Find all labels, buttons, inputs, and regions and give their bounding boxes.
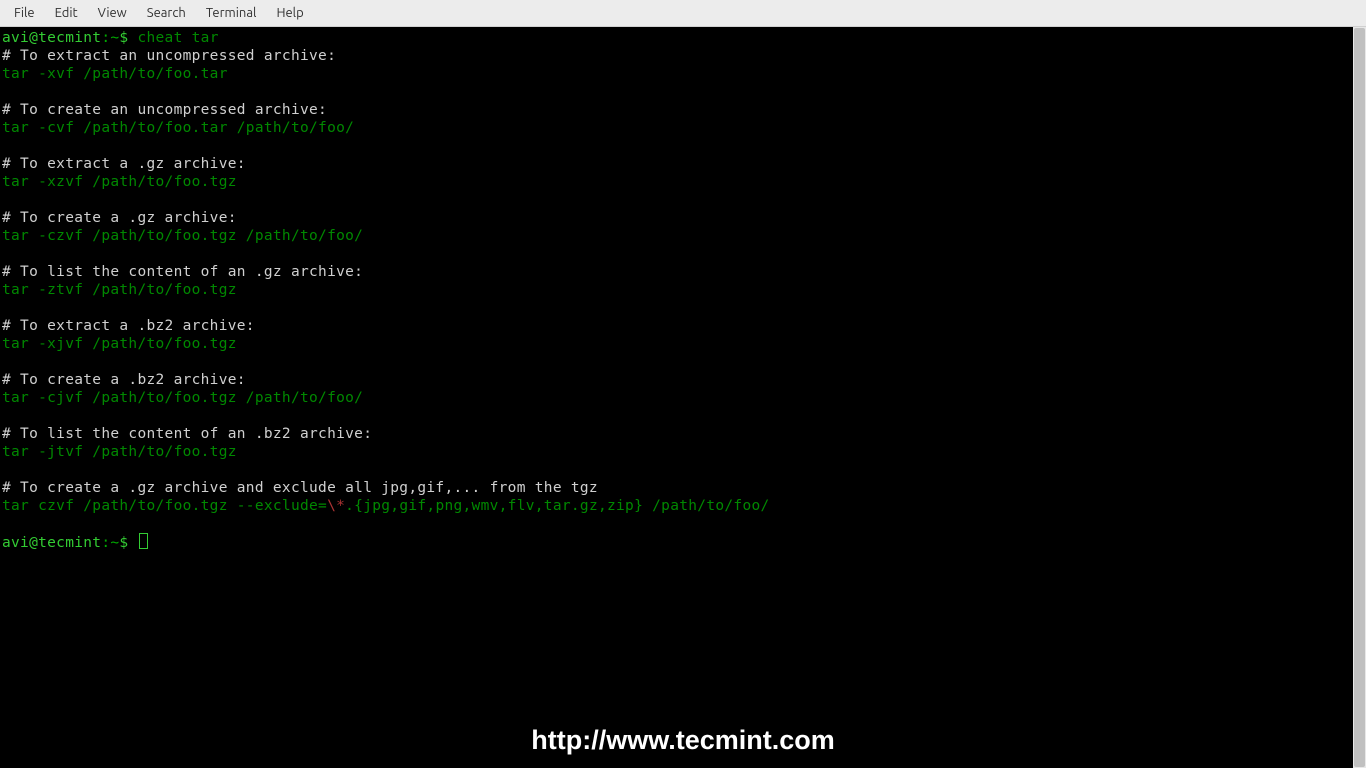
blank-line [2,299,1351,317]
output-comment: # To list the content of an .bz2 archive… [2,425,1351,443]
prompt-path: :~ [101,30,119,46]
scrollbar-thumb[interactable] [1354,28,1365,767]
output-cmd: tar -xzvf /path/to/foo.tgz [2,173,1351,191]
watermark: http://www.tecmint.com [531,725,835,756]
cursor-block [139,533,148,549]
menu-help[interactable]: Help [266,2,313,24]
prompt-symbol: $ [119,30,137,46]
blank-line [2,191,1351,209]
blank-line [2,461,1351,479]
blank-line [2,515,1351,533]
typed-command: cheat tar [137,30,218,46]
output-comment: # To create a .gz archive and exclude al… [2,479,1351,497]
output-comment: # To create an uncompressed archive: [2,101,1351,119]
output-comment: # To create a .bz2 archive: [2,371,1351,389]
menu-edit[interactable]: Edit [45,2,88,24]
blank-line [2,137,1351,155]
output-cmd: tar -cjvf /path/to/foo.tgz /path/to/foo/ [2,389,1351,407]
terminal-area[interactable]: avi@tecmint:~$ cheat tar # To extract an… [0,27,1353,554]
output-cmd-exclude: tar czvf /path/to/foo.tgz --exclude=\*.{… [2,497,1351,515]
blank-line [2,83,1351,101]
output-cmd: tar -cvf /path/to/foo.tar /path/to/foo/ [2,119,1351,137]
menu-view[interactable]: View [88,2,137,24]
menu-terminal[interactable]: Terminal [196,2,267,24]
output-comment: # To extract a .gz archive: [2,155,1351,173]
output-cmd: tar -xjvf /path/to/foo.tgz [2,335,1351,353]
output-comment: # To list the content of an .gz archive: [2,263,1351,281]
blank-line [2,407,1351,425]
menu-search[interactable]: Search [137,2,196,24]
output-cmd: tar -jtvf /path/to/foo.tgz [2,443,1351,461]
output-comment: # To extract an uncompressed archive: [2,47,1351,65]
output-cmd: tar -czvf /path/to/foo.tgz /path/to/foo/ [2,227,1351,245]
prompt-user: avi@tecmint [2,30,101,46]
output-cmd: tar -ztvf /path/to/foo.tgz [2,281,1351,299]
prompt-line-2: avi@tecmint:~$ [2,533,1351,552]
blank-line [2,245,1351,263]
blank-line [2,353,1351,371]
output-cmd: tar -xvf /path/to/foo.tar [2,65,1351,83]
output-comment: # To create a .gz archive: [2,209,1351,227]
output-comment: # To extract a .bz2 archive: [2,317,1351,335]
menubar: File Edit View Search Terminal Help [0,0,1366,27]
prompt-line: avi@tecmint:~$ cheat tar [2,29,1351,47]
menu-file[interactable]: File [4,2,45,24]
